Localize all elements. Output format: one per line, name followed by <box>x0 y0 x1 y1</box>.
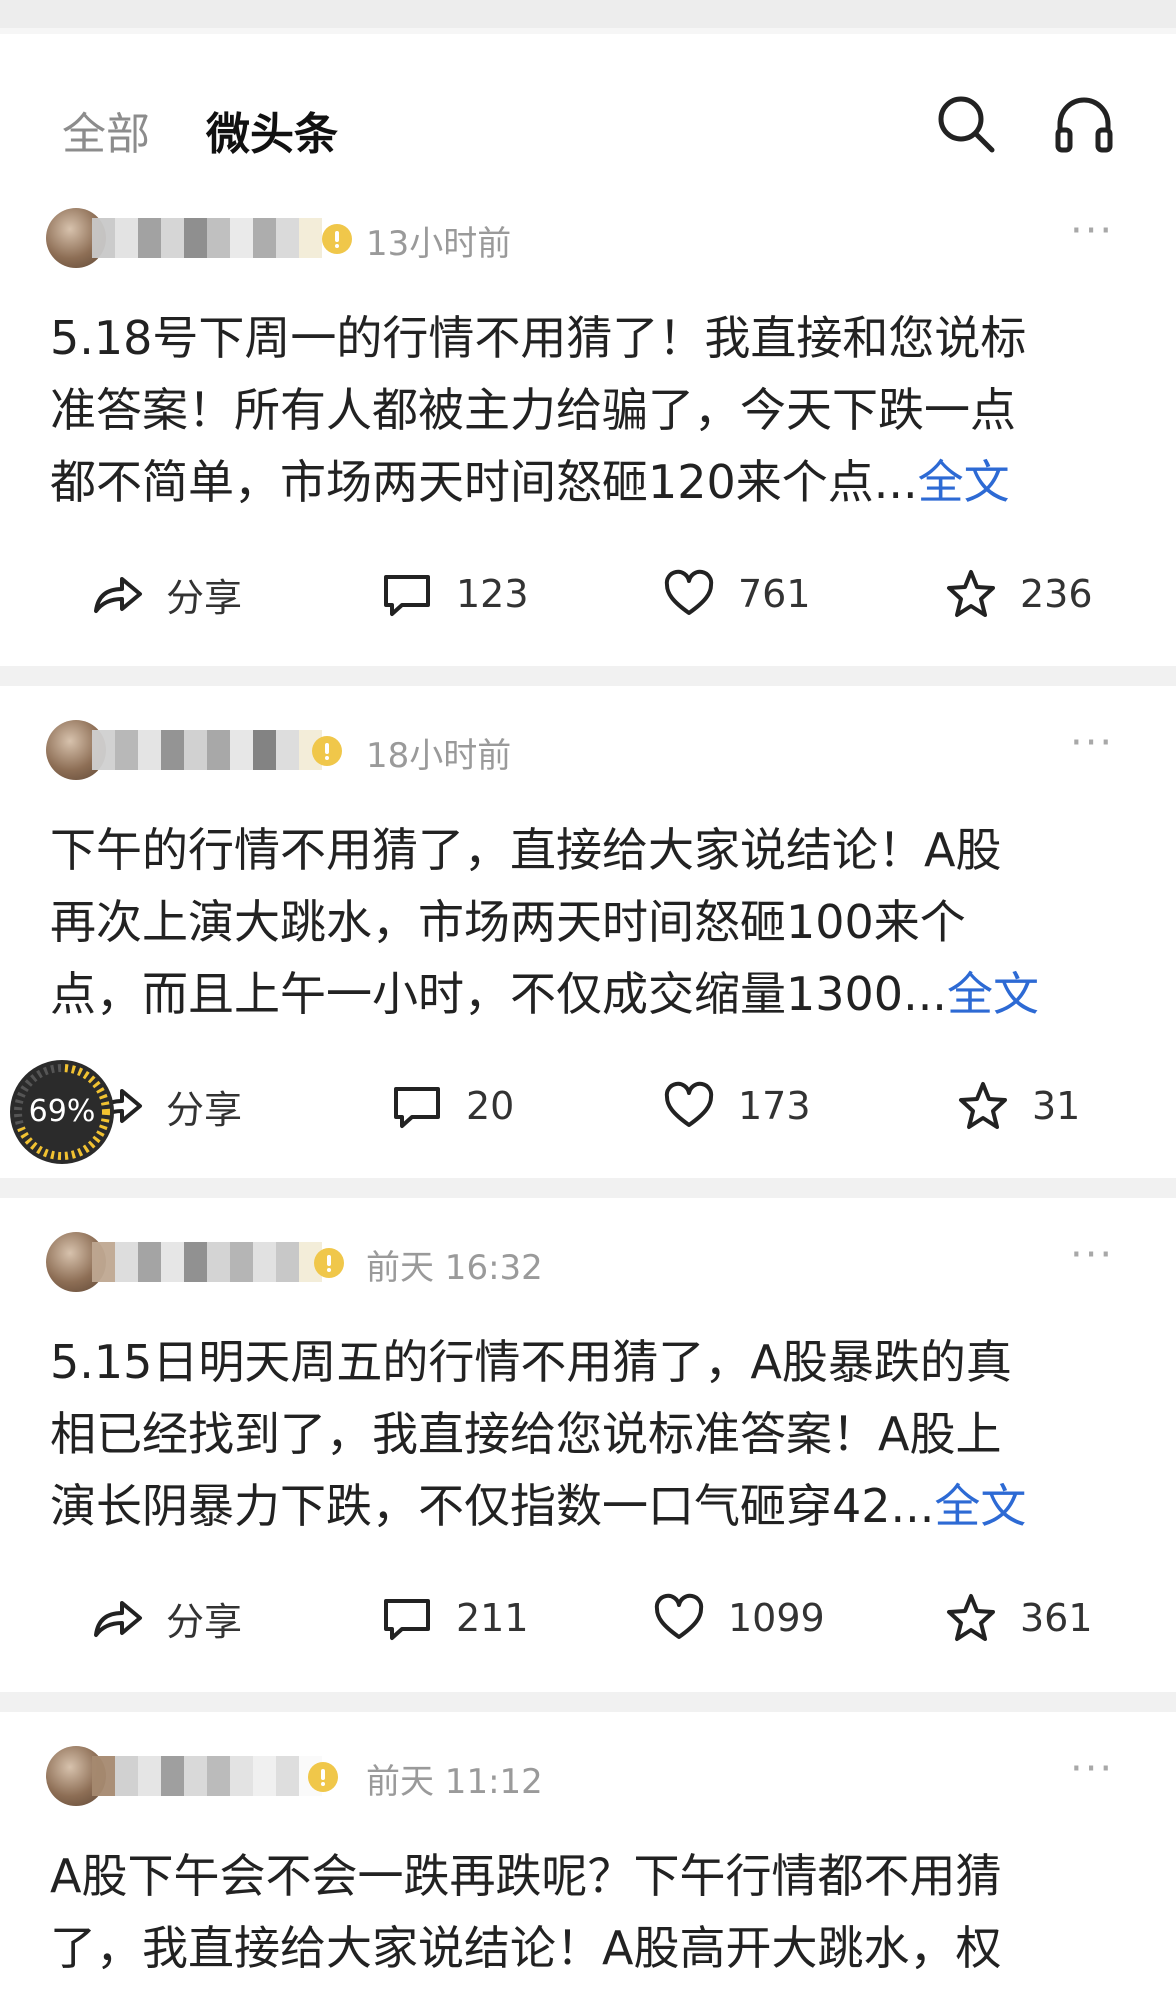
favorite-count: 236 <box>1020 572 1093 616</box>
post-actions: 分享 20 173 31 <box>0 1071 1176 1141</box>
post-time: 18小时前 <box>366 736 512 776</box>
favorite-button[interactable]: 236 <box>944 559 1093 629</box>
feed-post[interactable]: 前天 16:32 ··· 5.15日明天周五的行情不用猜了，A股暴跌的真 相已经… <box>0 1198 1176 1692</box>
heart-icon <box>664 1081 714 1127</box>
post-actions: 分享 123 761 236 <box>0 559 1176 629</box>
comment-count: 211 <box>456 1596 529 1640</box>
heart-icon <box>654 1593 704 1639</box>
post-line-text: 演长阴暴力下跌，不仅指数一口气砸穿42... <box>50 1479 935 1533</box>
post-line-text: 点，而且上午一小时，不仅成交缩量1300... <box>50 967 947 1021</box>
fulltext-link[interactable]: 全文 <box>947 967 1039 1021</box>
post-line: 相已经找到了，我直接给您说标准答案！A股上 <box>50 1407 1002 1461</box>
post-actions: 分享 211 1099 361 <box>0 1583 1176 1653</box>
comment-button[interactable]: 211 <box>380 1583 529 1653</box>
share-button[interactable]: 分享 <box>90 559 242 629</box>
verified-badge-icon <box>312 736 342 766</box>
like-count: 761 <box>738 572 811 616</box>
share-label: 分享 <box>166 575 243 620</box>
post-line: 演长阴暴力下跌，不仅指数一口气砸穿42...全文 <box>50 1470 1130 1542</box>
post-body[interactable]: A股下午会不会一跌再跌呢？下午行情都不用猜 了，我直接给大家说结论！A股高开大跳… <box>50 1840 1130 1984</box>
more-icon[interactable]: ··· <box>1070 208 1114 254</box>
like-count: 1099 <box>728 1596 825 1640</box>
post-line: 下午的行情不用猜了，直接给大家说结论！A股 <box>50 823 1002 877</box>
favorite-count: 31 <box>1032 1084 1081 1128</box>
share-icon <box>94 1601 142 1637</box>
comment-button[interactable]: 20 <box>390 1071 514 1141</box>
comment-button[interactable]: 123 <box>380 559 529 629</box>
tab-all[interactable]: 全部 <box>62 98 150 162</box>
comment-count: 123 <box>456 572 529 616</box>
post-separator <box>0 1692 1176 1712</box>
share-label: 分享 <box>166 1087 243 1132</box>
post-line: 都不简单，市场两天时间怒砸120来个点...全文 <box>50 446 1130 518</box>
tab-micro-headline[interactable]: 微头条 <box>206 98 338 162</box>
share-button[interactable]: 分享 <box>90 1583 242 1653</box>
post-line: A股下午会不会一跌再跌呢？下午行情都不用猜 <box>50 1849 1002 1903</box>
star-icon <box>959 1082 1007 1129</box>
share-icon <box>94 577 142 613</box>
like-count: 173 <box>738 1084 811 1128</box>
post-line-text: 都不简单，市场两天时间怒砸120来个点... <box>50 455 918 509</box>
progress-label: 69% <box>28 1094 96 1129</box>
star-icon <box>947 1594 995 1641</box>
feed-post[interactable]: 前天 11:12 ··· A股下午会不会一跌再跌呢？下午行情都不用猜 了，我直接… <box>0 1712 1176 2013</box>
favorite-button[interactable]: 361 <box>944 1583 1093 1653</box>
post-line: 5.15日明天周五的行情不用猜了，A股暴跌的真 <box>50 1335 1012 1389</box>
post-separator <box>0 666 1176 686</box>
post-time: 13小时前 <box>366 224 512 264</box>
like-button[interactable]: 761 <box>662 559 811 629</box>
post-line: 再次上演大跳水，市场两天时间怒砸100来个 <box>50 895 966 949</box>
top-gap <box>0 0 1176 34</box>
comment-icon <box>384 1599 430 1640</box>
author-name-blurred[interactable] <box>92 1242 322 1282</box>
feed-post[interactable]: 18小时前 ··· 下午的行情不用猜了，直接给大家说结论！A股 再次上演大跳水，… <box>0 686 1176 1178</box>
verified-badge-icon <box>308 1762 338 1792</box>
comment-count: 20 <box>466 1084 515 1128</box>
feed-header: 全部 微头条 <box>0 34 1176 184</box>
headphones-icon[interactable] <box>1052 92 1116 156</box>
author-name-blurred[interactable] <box>92 218 322 258</box>
favorite-button[interactable]: 31 <box>956 1071 1080 1141</box>
comment-icon <box>384 575 430 616</box>
verified-badge-icon <box>322 224 352 254</box>
author-name-blurred[interactable] <box>92 1756 322 1796</box>
post-body[interactable]: 5.15日明天周五的行情不用猜了，A股暴跌的真 相已经找到了，我直接给您说标准答… <box>50 1326 1130 1542</box>
like-button[interactable]: 1099 <box>652 1583 825 1653</box>
star-icon <box>947 570 995 617</box>
reading-progress-indicator[interactable]: 69% <box>10 1060 114 1164</box>
like-button[interactable]: 173 <box>662 1071 811 1141</box>
comment-icon <box>394 1087 440 1128</box>
share-label: 分享 <box>166 1599 243 1644</box>
more-icon[interactable]: ··· <box>1070 1232 1114 1278</box>
fulltext-link[interactable]: 全文 <box>918 455 1010 509</box>
post-time: 前天 11:12 <box>366 1762 543 1802</box>
search-icon[interactable] <box>934 92 998 156</box>
post-time: 前天 16:32 <box>366 1248 543 1288</box>
post-body[interactable]: 5.18号下周一的行情不用猜了！我直接和您说标 准答案！所有人都被主力给骗了，今… <box>50 302 1130 518</box>
verified-badge-icon <box>314 1248 344 1278</box>
feed-post[interactable]: 13小时前 ··· 5.18号下周一的行情不用猜了！我直接和您说标 准答案！所有… <box>0 184 1176 666</box>
post-line: 5.18号下周一的行情不用猜了！我直接和您说标 <box>50 311 1027 365</box>
favorite-count: 361 <box>1020 1596 1093 1640</box>
post-line: 了，我直接给大家说结论！A股高开大跳水，权 <box>50 1921 1002 1975</box>
author-name-blurred[interactable] <box>92 730 322 770</box>
post-line: 准答案！所有人都被主力给骗了，今天下跌一点 <box>50 383 1016 437</box>
post-line: 点，而且上午一小时，不仅成交缩量1300...全文 <box>50 958 1130 1030</box>
heart-icon <box>664 569 714 615</box>
more-icon[interactable]: ··· <box>1070 720 1114 766</box>
post-body[interactable]: 下午的行情不用猜了，直接给大家说结论！A股 再次上演大跳水，市场两天时间怒砸10… <box>50 814 1130 1030</box>
post-separator <box>0 1178 1176 1198</box>
more-icon[interactable]: ··· <box>1070 1746 1114 1792</box>
fulltext-link[interactable]: 全文 <box>934 1479 1026 1533</box>
